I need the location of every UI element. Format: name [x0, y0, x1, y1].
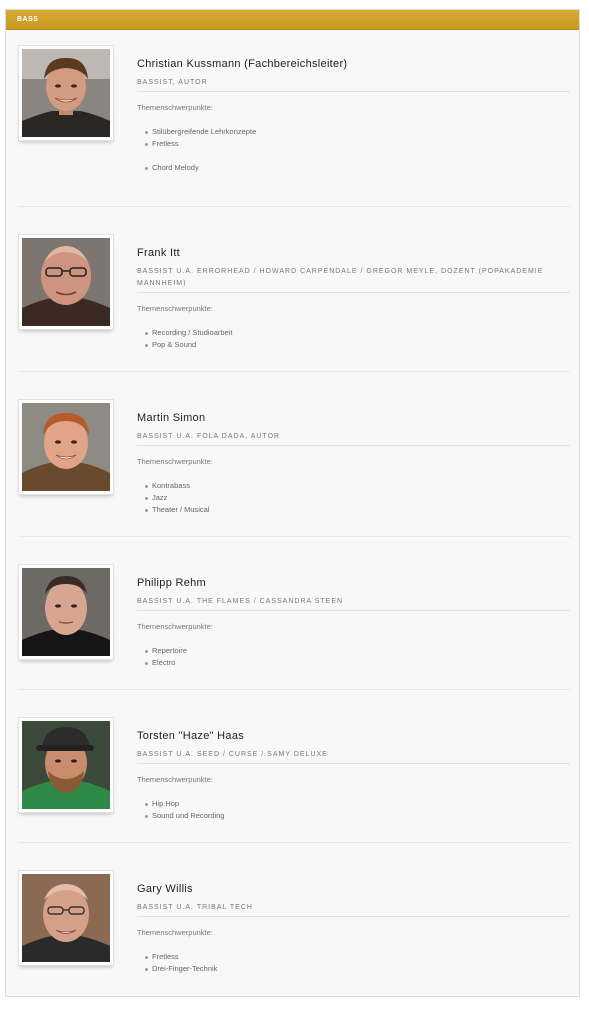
- section-header: BASS: [6, 10, 579, 30]
- topic-item: Fretless: [137, 138, 570, 150]
- person-photo[interactable]: [18, 234, 114, 330]
- divider: [18, 536, 570, 537]
- person-photo[interactable]: [18, 564, 114, 660]
- person-name: Torsten "Haze" Haas: [137, 730, 245, 742]
- topic-item: Stilübergreifende Lehrkonzepte: [137, 126, 570, 138]
- portrait-image: [22, 874, 110, 962]
- person-role: BASSIST U.A. SEED / CURSE / SAMY DELUXE: [137, 749, 570, 764]
- portrait-image: [22, 721, 110, 809]
- portrait-image: [22, 403, 110, 491]
- divider: [18, 206, 570, 207]
- person-role: BASSIST, AUTOR: [137, 77, 570, 92]
- person-photo[interactable]: [18, 870, 114, 966]
- divider: [18, 689, 570, 690]
- topic-list: Kontrabass Jazz Theater / Musical: [137, 480, 570, 516]
- topic-item: Theater / Musical: [137, 504, 570, 516]
- topic-item: Kontrabass: [137, 480, 570, 492]
- person-role: BASSIST U.A. ERRORHEAD / HOWARD CARPENDA…: [137, 266, 570, 293]
- topic-item: Pop & Sound: [137, 339, 570, 351]
- person-role: BASSIST U.A. FOLA DADA, AUTOR: [137, 431, 570, 446]
- topic-item: Recording / Studioarbeit: [137, 327, 570, 339]
- person-photo[interactable]: [18, 399, 114, 495]
- person-name: Martin Simon: [137, 412, 206, 424]
- topic-item: Chord Melody: [137, 162, 570, 174]
- focus-label: Themenschwerpunkte:: [137, 622, 213, 631]
- focus-label: Themenschwerpunkte:: [137, 103, 213, 112]
- topic-list: Hip Hop Sound und Recording: [137, 798, 570, 822]
- person-name: Gary Willis: [137, 883, 193, 895]
- topic-list: Stilübergreifende Lehrkonzepte Fretless …: [137, 126, 570, 174]
- bass-section-panel: BASS Christian Kussmann (Fachbereichslei…: [5, 9, 580, 997]
- topic-list: Repertoire Electro: [137, 645, 570, 669]
- topic-item: Drei-Finger-Technik: [137, 963, 570, 975]
- topic-list: Fretless Drei-Finger-Technik: [137, 951, 570, 975]
- person-name: Frank Itt: [137, 247, 181, 259]
- topic-item: Hip Hop: [137, 798, 570, 810]
- topic-item: Fretless: [137, 951, 570, 963]
- focus-label: Themenschwerpunkte:: [137, 457, 213, 466]
- topic-item: Sound und Recording: [137, 810, 570, 822]
- topic-list: Recording / Studioarbeit Pop & Sound: [137, 327, 570, 351]
- focus-label: Themenschwerpunkte:: [137, 304, 213, 313]
- person-photo[interactable]: [18, 717, 114, 813]
- divider: [18, 842, 570, 843]
- person-role: BASSIST U.A. THE FLAMES / CASSANDRA STEE…: [137, 596, 570, 611]
- topic-item: Electro: [137, 657, 570, 669]
- portrait-image: [22, 49, 110, 137]
- focus-label: Themenschwerpunkte:: [137, 775, 213, 784]
- person-role: BASSIST U.A. TRIBAL TECH: [137, 902, 570, 917]
- topic-item: Jazz: [137, 492, 570, 504]
- person-name: Christian Kussmann (Fachbereichsleiter): [137, 58, 348, 70]
- divider: [18, 371, 570, 372]
- topic-item: Repertoire: [137, 645, 570, 657]
- focus-label: Themenschwerpunkte:: [137, 928, 213, 937]
- person-name: Philipp Rehm: [137, 577, 207, 589]
- portrait-image: [22, 568, 110, 656]
- portrait-image: [22, 238, 110, 326]
- person-photo[interactable]: [18, 45, 114, 141]
